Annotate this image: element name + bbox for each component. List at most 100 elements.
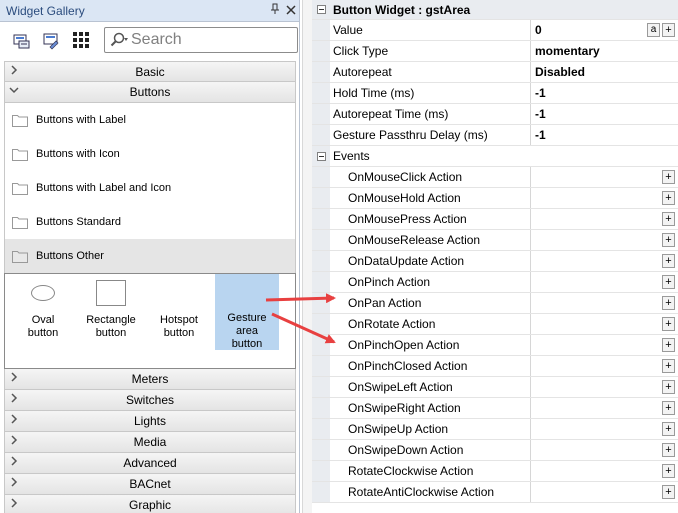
category-basic[interactable]: Basic [4, 61, 296, 82]
event-row-onmouseclick-action[interactable]: OnMouseClick Action + [312, 167, 678, 188]
property-row-value[interactable]: Value 0 a + [312, 20, 678, 41]
attribute-button[interactable]: a [647, 23, 660, 37]
event-value[interactable]: + [531, 419, 678, 439]
widget-oval-button[interactable]: Oval button [11, 274, 75, 350]
add-action-button[interactable]: + [662, 443, 675, 457]
event-value[interactable]: + [531, 272, 678, 292]
button-group-buttons-with-icon[interactable]: Buttons with Icon [5, 137, 295, 171]
edit-widget-icon[interactable] [40, 29, 62, 51]
event-row-onpinchclosed-action[interactable]: OnPinchClosed Action + [312, 356, 678, 377]
property-row-click-type[interactable]: Click Type momentary [312, 41, 678, 62]
event-value[interactable]: + [531, 356, 678, 376]
add-action-button[interactable]: + [662, 380, 675, 394]
button-group-buttons-standard[interactable]: Buttons Standard [5, 205, 295, 239]
property-value[interactable]: -1 [531, 125, 678, 145]
add-action-button[interactable]: + [662, 317, 675, 331]
category-buttons[interactable]: Buttons [4, 82, 296, 103]
category-graphic[interactable]: Graphic [4, 495, 296, 513]
event-name: OnSwipeDown Action [330, 440, 531, 460]
event-row-onpan-action[interactable]: OnPan Action + [312, 293, 678, 314]
event-row-onswipedown-action[interactable]: OnSwipeDown Action + [312, 440, 678, 461]
event-value[interactable]: + [531, 314, 678, 334]
folder-icon [12, 182, 28, 195]
event-value[interactable]: + [531, 482, 678, 502]
property-value[interactable]: -1 [531, 104, 678, 124]
event-row-ondataupdate-action[interactable]: OnDataUpdate Action + [312, 251, 678, 272]
close-icon[interactable] [283, 4, 299, 18]
event-row-rotateanticlockwise-action[interactable]: RotateAntiClockwise Action + [312, 482, 678, 503]
folder-icon [12, 216, 28, 229]
widget-rectangle-button[interactable]: Rectangle button [79, 274, 143, 350]
button-group-buttons-with-label[interactable]: Buttons with Label [5, 103, 295, 137]
add-widget-icon[interactable] [10, 29, 32, 51]
add-action-button[interactable]: + [662, 191, 675, 205]
event-value[interactable]: + [531, 230, 678, 250]
add-action-button[interactable]: + [662, 485, 675, 499]
event-row-onswipeleft-action[interactable]: OnSwipeLeft Action + [312, 377, 678, 398]
add-action-button[interactable]: + [662, 212, 675, 226]
property-row-autorepeat[interactable]: Autorepeat Disabled [312, 62, 678, 83]
event-row-onmousepress-action[interactable]: OnMousePress Action + [312, 209, 678, 230]
gallery-scrollbar[interactable] [302, 0, 312, 513]
events-group-row[interactable]: Events [312, 146, 678, 167]
add-action-button[interactable]: + [662, 170, 675, 184]
property-value[interactable]: -1 [531, 83, 678, 103]
property-value[interactable]: Disabled [531, 62, 678, 82]
add-button[interactable]: + [662, 23, 675, 37]
chevron-down-icon [9, 85, 19, 98]
add-action-button[interactable]: + [662, 422, 675, 436]
event-row-onmousehold-action[interactable]: OnMouseHold Action + [312, 188, 678, 209]
category-media[interactable]: Media [4, 432, 296, 453]
add-action-button[interactable]: + [662, 275, 675, 289]
property-header-row[interactable]: Button Widget : gstArea [312, 0, 678, 20]
widget-grid: Oval button Rectangle button Hotspot butto… [4, 273, 296, 369]
search-input[interactable] [131, 31, 291, 49]
add-action-button[interactable]: + [662, 359, 675, 373]
collapse-icon[interactable] [316, 5, 326, 14]
event-value[interactable]: + [531, 167, 678, 187]
button-group-label: Buttons with Icon [36, 148, 120, 160]
event-row-rotateclockwise-action[interactable]: RotateClockwise Action + [312, 461, 678, 482]
event-row-onrotate-action[interactable]: OnRotate Action + [312, 314, 678, 335]
button-group-buttons-with-label-and-icon[interactable]: Buttons with Label and Icon [5, 171, 295, 205]
event-value[interactable]: + [531, 377, 678, 397]
category-switches[interactable]: Switches [4, 390, 296, 411]
add-action-button[interactable]: + [662, 338, 675, 352]
event-row-onswipeup-action[interactable]: OnSwipeUp Action + [312, 419, 678, 440]
pin-icon[interactable] [267, 3, 283, 18]
event-value[interactable]: + [531, 398, 678, 418]
widget-hotspot-button[interactable]: Hotspot button [147, 274, 211, 350]
chevron-right-icon [9, 456, 19, 469]
category-lights[interactable]: Lights [4, 411, 296, 432]
category-bacnet[interactable]: BACnet [4, 474, 296, 495]
property-row-hold-time-ms[interactable]: Hold Time (ms) -1 [312, 83, 678, 104]
event-row-onpinchopen-action[interactable]: OnPinchOpen Action + [312, 335, 678, 356]
collapse-icon[interactable] [316, 151, 326, 161]
grid-view-icon[interactable] [70, 29, 92, 51]
property-value[interactable]: momentary [531, 41, 678, 61]
event-row-onmouserelease-action[interactable]: OnMouseRelease Action + [312, 230, 678, 251]
search-box[interactable] [104, 27, 298, 53]
event-value[interactable]: + [531, 293, 678, 313]
property-row-autorepeat-time-ms[interactable]: Autorepeat Time (ms) -1 [312, 104, 678, 125]
property-value[interactable]: 0 a + [531, 20, 678, 40]
event-value[interactable]: + [531, 335, 678, 355]
add-action-button[interactable]: + [662, 401, 675, 415]
add-action-button[interactable]: + [662, 296, 675, 310]
category-meters[interactable]: Meters [4, 369, 296, 390]
event-value[interactable]: + [531, 461, 678, 481]
event-row-onswiperight-action[interactable]: OnSwipeRight Action + [312, 398, 678, 419]
button-group-buttons-other[interactable]: Buttons Other [5, 239, 295, 273]
add-action-button[interactable]: + [662, 464, 675, 478]
event-value[interactable]: + [531, 188, 678, 208]
event-value[interactable]: + [531, 209, 678, 229]
category-advanced[interactable]: Advanced [4, 453, 296, 474]
event-value[interactable]: + [531, 251, 678, 271]
add-action-button[interactable]: + [662, 254, 675, 268]
widget-gesture-area-button[interactable]: Gesture area button [215, 274, 279, 350]
event-value[interactable]: + [531, 440, 678, 460]
property-row-gesture-passthru-delay-ms[interactable]: Gesture Passthru Delay (ms) -1 [312, 125, 678, 146]
buttons-group-list: Buttons with Label Buttons with Icon Butto… [4, 103, 296, 273]
event-row-onpinch-action[interactable]: OnPinch Action + [312, 272, 678, 293]
add-action-button[interactable]: + [662, 233, 675, 247]
